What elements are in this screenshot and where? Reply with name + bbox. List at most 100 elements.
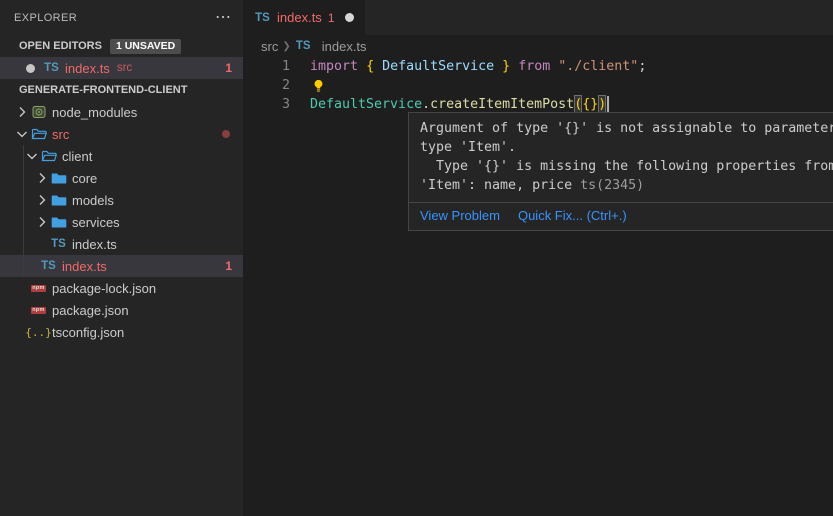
open-editor-item[interactable]: TSindex.tssrc1 [0,57,243,79]
tree-row-services[interactable]: services [0,211,243,233]
node-modules-icon [30,104,47,120]
file-name: node_modules [52,105,137,120]
npm-icon: npm [30,302,47,318]
code-token: from [518,57,550,76]
diagnostic-code: ts(2345) [580,178,644,193]
open-editors-label: OPEN EDITORS [19,40,102,52]
code-editor[interactable]: 1import { DefaultService } from "./clien… [243,57,833,114]
npm-icon-letters: npm [31,285,47,292]
hover-actions: View Problem Quick Fix... (Ctrl+.) [409,202,833,230]
file-name: models [72,193,114,208]
file-name: client [62,149,92,164]
code-line-content [310,76,326,95]
breadcrumb-label: index.ts [322,39,367,54]
error-count-badge: 1 [225,61,232,75]
open-editors-header[interactable]: OPEN EDITORS 1 UNSAVED [0,35,243,57]
ts-icon: TS [254,10,271,26]
error-message-line: Type '{}' is missing the following prope… [420,157,833,176]
tab-bar: TS index.ts 1 [243,0,833,35]
workspace-folder-label: GENERATE-FRONTEND-CLIENT [19,84,187,96]
tree-row-index-ts[interactable]: TSindex.ts [0,233,243,255]
code-lines: 1import { DefaultService } from "./clien… [243,57,833,114]
code-token [510,57,518,76]
error-count-badge: 1 [225,259,232,273]
tree-row-core[interactable]: core [0,167,243,189]
ts-icon: TS [40,258,57,274]
chevron-right-icon [34,192,50,208]
tree-row-node-modules[interactable]: node_modules [0,101,243,123]
folder-icon [50,170,67,186]
braces-icon-glyph: {..} [25,326,52,339]
file-name: index.ts [72,237,117,252]
sidebar-header: EXPLORER ⋯ [0,0,243,35]
breadcrumb: src❯TSindex.ts [243,35,833,57]
hover-action-quick[interactable]: Quick Fix... (Ctrl+.) [518,208,627,223]
code-token: DefaultService [374,57,502,76]
breadcrumb-item-index-ts[interactable]: TS index.ts [295,38,367,54]
indent-guide [23,145,24,277]
chevron-right-icon [34,214,50,230]
code-token: ; [638,57,646,76]
unsaved-dot-icon[interactable] [345,13,354,22]
more-actions-icon[interactable]: ⋯ [215,13,231,23]
tree-row-tsconfig-json[interactable]: {..}tsconfig.json [0,321,243,343]
code-token [358,57,366,76]
breadcrumb-item-src[interactable]: src [261,39,278,54]
unsaved-count-badge: 1 UNSAVED [110,39,181,54]
chevron-spacer [34,236,50,252]
file-name: package-lock.json [52,281,156,296]
folder-icon [50,192,67,208]
tree-row-package-lock-json[interactable]: npm package-lock.json [0,277,243,299]
braces-icon: {..} [30,324,47,340]
workspace-folder-header[interactable]: GENERATE-FRONTEND-CLIENT [0,79,243,101]
tab-error-count: 1 [328,11,335,25]
ts-icon-letters: TS [296,40,311,52]
error-message-line: type 'Item'. [420,138,833,157]
code-line-content: import { DefaultService } from "./client… [310,57,646,76]
file-name: index.ts [62,259,107,274]
tree-row-index-ts[interactable]: TS index.ts 1 [0,255,243,277]
ts-icon: TS [43,60,60,76]
chevron-right-icon [34,170,50,186]
folder-open-icon [40,148,57,164]
code-token: "./client" [558,57,638,76]
code-line: 1import { DefaultService } from "./clien… [243,57,833,76]
chevron-down-icon [3,82,19,98]
error-hover-tooltip: Argument of type '{}' is not assignable … [408,112,833,231]
tab-title: index.ts [277,10,322,25]
explorer-sidebar: EXPLORER ⋯ OPEN EDITORS 1 UNSAVED TSinde… [0,0,243,516]
open-editors-list: TSindex.tssrc1 [0,57,243,79]
error-message-line: Argument of type '{}' is not assignable … [420,119,833,138]
code-token: } [502,57,510,76]
explorer-title: EXPLORER [14,12,215,24]
file-name: services [72,215,120,230]
chevron-spacer [14,302,30,318]
ts-icon-letters: TS [41,260,56,272]
file-name: src [52,127,69,142]
code-token: DefaultService [310,95,422,114]
modified-indicator-icon [222,130,230,138]
error-text: Type '{}' is missing the following prope… [420,159,833,174]
code-token [550,57,558,76]
hover-action-view[interactable]: View Problem [420,208,500,223]
file-name: core [72,171,97,186]
chevron-down-icon [24,148,40,164]
modified-dot-icon[interactable] [26,64,35,73]
lightbulb-icon[interactable] [311,78,326,94]
tree-row-package-json[interactable]: npm package.json [0,299,243,321]
tree-row-client[interactable]: client [0,145,243,167]
line-number: 3 [243,95,290,114]
ts-icon: TS [295,38,312,54]
file-name: package.json [52,303,129,318]
tree-row-models[interactable]: models [0,189,243,211]
chevron-down-icon [14,126,30,142]
tree-row-src[interactable]: src [0,123,243,145]
ts-icon-letters: TS [44,62,59,74]
error-text: Argument of type '{}' is not assignable … [420,121,833,136]
tab-index-ts[interactable]: TS index.ts 1 [243,0,365,35]
chevron-spacer [14,280,30,296]
folder-open-icon [30,126,47,142]
npm-icon: npm [30,280,47,296]
code-line: 2 [243,76,833,95]
text-cursor [607,96,609,113]
